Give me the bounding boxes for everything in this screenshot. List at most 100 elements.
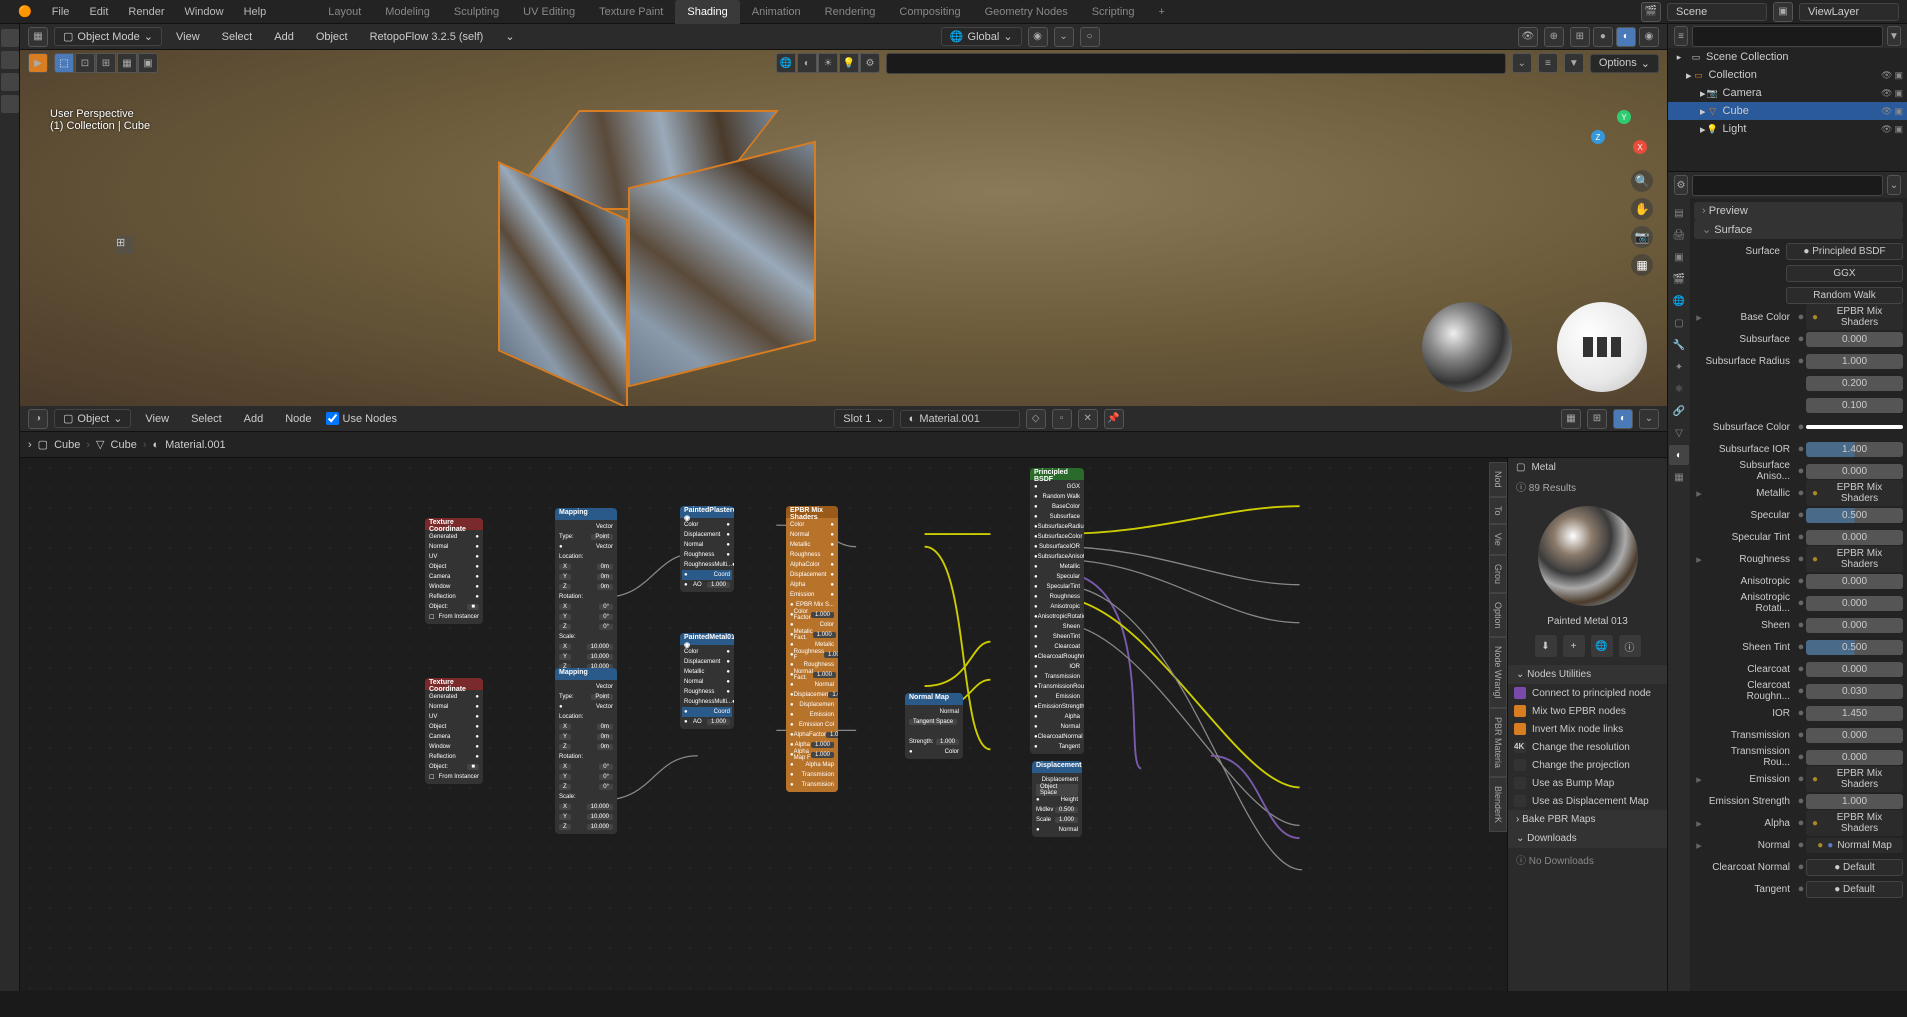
panel-preview[interactable]: Preview (1694, 202, 1903, 220)
tab-texture[interactable]: ▦ (1669, 467, 1689, 487)
prop-num[interactable]: 0.000 (1806, 662, 1903, 677)
tab-compositing[interactable]: Compositing (887, 0, 972, 24)
axis-z[interactable]: Z (1591, 130, 1605, 144)
viewport-search[interactable] (886, 53, 1506, 74)
side-tab[interactable]: Grou (1489, 555, 1507, 593)
tab-rendering[interactable]: Rendering (813, 0, 888, 24)
outliner-search[interactable] (1692, 26, 1883, 47)
viewlayer-icon[interactable]: ▣ (1773, 2, 1793, 22)
prop-num[interactable]: 0.000 (1806, 618, 1903, 633)
metal-category[interactable]: Metal (1531, 462, 1555, 473)
orientation-dropdown[interactable]: 🌐 Global ⌄ (941, 27, 1022, 46)
options-dropdown[interactable]: Options ⌄ (1590, 54, 1659, 73)
addon-label[interactable]: RetopoFlow 3.2.5 (self) (362, 31, 492, 43)
panel-surface[interactable]: Surface (1694, 220, 1903, 239)
prop-num[interactable]: 0.030 (1806, 684, 1903, 699)
editor-type-icon[interactable]: ⚙ (1674, 175, 1688, 195)
node-mapping-2[interactable]: Mapping Vector Type:Point ●Vector Locati… (555, 668, 617, 834)
node-painted-plaster[interactable]: PaintedPlaster002 ◉ Color● Displacement●… (680, 506, 734, 592)
outliner-row-collection[interactable]: ▸▭Collection👁▣ (1668, 66, 1907, 84)
tab-add[interactable]: + (1147, 0, 1177, 24)
prop-linked[interactable]: EPBR Mix Shaders (1806, 480, 1903, 506)
viewlayer-field[interactable]: ViewLayer (1799, 3, 1899, 21)
solid-icon[interactable]: ● (1593, 27, 1613, 47)
node-menu-select[interactable]: Select (183, 413, 230, 425)
tab-data[interactable]: ▽ (1669, 423, 1689, 443)
prop-slider[interactable]: 1.400 (1806, 442, 1903, 457)
options-icon[interactable]: ⌄ (1639, 409, 1659, 429)
axis-x[interactable]: X (1633, 140, 1647, 154)
pin-icon[interactable]: 📌 (1104, 409, 1124, 429)
node-epbr-mix-shaders[interactable]: EPBR Mix Shaders Color● Normal● Metallic… (786, 506, 838, 792)
expand-icon[interactable]: ▸ (1694, 817, 1704, 830)
shader-type-dropdown[interactable]: ▢ Object ⌄ (54, 409, 131, 428)
tab-modeling[interactable]: Modeling (373, 0, 442, 24)
hdri-icon[interactable]: ⚙ (860, 53, 880, 73)
side-tab[interactable]: To (1489, 497, 1507, 525)
tab-scripting[interactable]: Scripting (1080, 0, 1147, 24)
editor-type-icon[interactable]: ≡ (1674, 26, 1688, 46)
side-tab[interactable]: Option (1489, 593, 1507, 638)
tab-shading[interactable]: Shading (675, 0, 739, 24)
chevron-down-icon[interactable]: ⌄ (497, 30, 522, 43)
material-preview-thumb[interactable] (1538, 506, 1638, 606)
subsurface-method-dropdown[interactable]: Random Walk (1786, 287, 1903, 304)
menu-file[interactable]: File (42, 0, 80, 23)
blender-icon[interactable]: 🟠 (8, 0, 42, 23)
node-texture-coordinate-2[interactable]: Texture Coordinate Generated● Normal● UV… (425, 678, 483, 784)
select-mode-icon[interactable]: ⊞ (96, 53, 116, 73)
slot-dropdown[interactable]: Slot 1 ⌄ (834, 409, 893, 428)
dropdown-icon[interactable]: ⌄ (1512, 53, 1532, 73)
zoom-icon[interactable]: 🔍 (1631, 170, 1653, 192)
prop-linked[interactable]: EPBR Mix Shaders (1806, 304, 1903, 330)
camera-icon[interactable]: 📷 (1631, 226, 1653, 248)
snap-icon[interactable]: ◉ (1028, 27, 1048, 47)
backdrop-icon[interactable]: ◐ (1613, 409, 1633, 429)
browse-material-icon[interactable]: ◇ (1026, 409, 1046, 429)
scene-field[interactable]: Scene (1667, 3, 1767, 21)
expand-icon[interactable]: ▸ (1694, 773, 1704, 786)
tab-particles[interactable]: ✦ (1669, 357, 1689, 377)
hdri-icon[interactable]: 🌐 (776, 53, 796, 73)
menu-add[interactable]: Add (266, 31, 302, 43)
filter-icon[interactable]: ≡ (1538, 53, 1558, 73)
pan-icon[interactable]: ✋ (1631, 198, 1653, 220)
editor-type-icon[interactable]: ▦ (28, 27, 48, 47)
menu-help[interactable]: Help (234, 0, 277, 23)
tab-material[interactable]: ◐ (1669, 445, 1689, 465)
filter-icon[interactable]: ▼ (1564, 53, 1584, 73)
filter-icon[interactable]: ▼ (1887, 26, 1901, 46)
tab-render[interactable]: ▤ (1669, 203, 1689, 223)
info-icon[interactable]: ⓘ (1619, 635, 1641, 657)
utilities-header[interactable]: ⌄ Nodes Utilities (1508, 665, 1667, 684)
prop-num[interactable]: 0.000 (1806, 530, 1903, 545)
tab-constraints[interactable]: 🔗 (1669, 401, 1689, 421)
axis-y[interactable]: Y (1617, 110, 1631, 124)
hdri-icon[interactable]: 💡 (839, 53, 859, 73)
utility-item[interactable]: Use as Bump Map (1508, 774, 1667, 792)
select-mode-icon[interactable]: ▦ (117, 53, 137, 73)
options-icon[interactable]: ⌄ (1887, 175, 1901, 195)
tab-layout[interactable]: Layout (316, 0, 373, 24)
tab-modifiers[interactable]: 🔧 (1669, 335, 1689, 355)
cube-object[interactable] (510, 110, 810, 406)
breadcrumb-material[interactable]: Material.001 (165, 439, 226, 451)
prop-color[interactable] (1806, 425, 1903, 429)
node-menu-view[interactable]: View (137, 413, 177, 425)
node-canvas[interactable]: Texture Coordinate Generated● Normal● UV… (20, 458, 1667, 991)
scene-icon[interactable]: 🎬 (1641, 2, 1661, 22)
surface-shader-dropdown[interactable]: ● Principled BSDF (1786, 243, 1903, 260)
tool-select-box-icon[interactable]: ▶ (28, 53, 48, 73)
tab-physics[interactable]: ⚛ (1669, 379, 1689, 399)
prop-num[interactable]: 0.000 (1806, 750, 1903, 765)
outliner-row-light[interactable]: ▸💡Light👁▣ (1668, 120, 1907, 138)
prop-num[interactable]: 1.000 (1806, 354, 1903, 369)
prop-num[interactable]: 0.000 (1806, 574, 1903, 589)
prop-num[interactable]: 0.000 (1806, 332, 1903, 347)
tool-icon[interactable]: ⊞ (116, 236, 134, 254)
side-tab[interactable]: PBR Materia (1489, 708, 1507, 777)
menu-select[interactable]: Select (214, 31, 261, 43)
outliner-row-camera[interactable]: ▸📷Camera👁▣ (1668, 84, 1907, 102)
expand-icon[interactable]: ▸ (1694, 553, 1704, 566)
prop-num[interactable]: 0.000 (1806, 596, 1903, 611)
